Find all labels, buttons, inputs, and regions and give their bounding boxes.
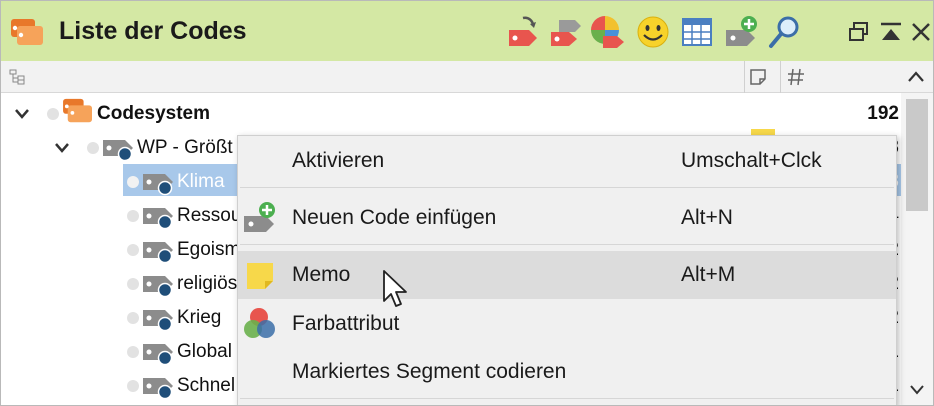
- tree-icon[interactable]: [9, 69, 25, 85]
- code-tag-icon: [143, 310, 173, 332]
- column-separator: [780, 61, 781, 93]
- code-tag-icon: [143, 174, 173, 196]
- tree-row-label: Klima: [177, 171, 225, 192]
- code-tag-icon: [143, 378, 173, 400]
- menu-item-color-attribute[interactable]: Farbattribut: [238, 300, 896, 348]
- menu-item-label: Aktivieren: [292, 149, 385, 172]
- tree-row-label: Codesystem: [97, 103, 210, 124]
- title-bar: Liste der Codes: [1, 1, 933, 61]
- chevron-down-icon[interactable]: [13, 104, 31, 122]
- tree-row-count: 192: [867, 103, 899, 124]
- activation-dot[interactable]: [87, 142, 99, 154]
- menu-item-label: Neuen Code einfügen: [292, 206, 497, 229]
- smiley-icon[interactable]: [635, 14, 671, 50]
- code-system-icon: [63, 98, 92, 123]
- column-header: [1, 61, 933, 93]
- menu-separator: [240, 244, 894, 245]
- scrollbar-thumb[interactable]: [906, 99, 928, 211]
- menu-separator: [240, 187, 894, 188]
- chevron-down-icon[interactable]: [53, 138, 71, 156]
- activation-dot[interactable]: [127, 346, 139, 358]
- add-code-icon[interactable]: [723, 14, 759, 50]
- activation-dot[interactable]: [127, 380, 139, 392]
- tree-row-codesystem[interactable]: Codesystem 192: [1, 96, 901, 130]
- window-title: Liste der Codes: [59, 17, 247, 45]
- activation-dot[interactable]: [127, 210, 139, 222]
- code-tag-icon: [143, 276, 173, 298]
- menu-item-label: Markiertes Segment codieren: [292, 360, 567, 383]
- menu-item-code-segment[interactable]: Markiertes Segment codieren: [238, 348, 896, 396]
- code-list-window: Liste der Codes Codesystem 192 WP - Größ…: [0, 0, 934, 406]
- scroll-up-icon[interactable]: [905, 67, 927, 87]
- menu-item-shortcut: Umschalt+Clck: [681, 149, 822, 172]
- menu-item-new-code[interactable]: Neuen Code einfügen Alt+N: [238, 194, 896, 242]
- code-tags-icon[interactable]: [547, 14, 583, 50]
- mouse-cursor-icon: [383, 270, 407, 307]
- scroll-down-icon[interactable]: [907, 379, 927, 399]
- activation-dot[interactable]: [47, 108, 59, 120]
- tree-row-label: Egoism: [177, 239, 241, 260]
- menu-item-activate[interactable]: Aktivieren Umschalt+Clck: [238, 137, 896, 185]
- code-tag-icon: [103, 140, 133, 162]
- code-tag-icon: [143, 208, 173, 230]
- undock-icon[interactable]: [846, 19, 872, 45]
- tree-row-label: WP - Größt: [137, 137, 233, 158]
- activation-dot[interactable]: [127, 278, 139, 290]
- memo-icon: [247, 263, 273, 289]
- tree-row-label: Global: [177, 341, 232, 362]
- menu-item-shortcut: Alt+M: [681, 263, 736, 286]
- color-attribute-icon: [244, 308, 275, 338]
- tree-row-label: religiös: [177, 273, 238, 294]
- import-code-icon[interactable]: [503, 14, 539, 50]
- search-icon[interactable]: [767, 14, 803, 50]
- menu-item-label: Memo: [292, 263, 351, 286]
- collapse-icon[interactable]: [878, 19, 904, 45]
- add-code-icon: [244, 202, 275, 232]
- context-menu: Aktivieren Umschalt+Clck Neuen Code einf…: [237, 135, 897, 405]
- column-separator: [744, 61, 745, 93]
- tree-row-label: Schnel: [177, 375, 236, 396]
- code-tag-icon: [143, 242, 173, 264]
- code-tag-icon: [143, 344, 173, 366]
- activation-dot[interactable]: [127, 244, 139, 256]
- menu-separator: [240, 398, 894, 399]
- activation-dot[interactable]: [127, 312, 139, 324]
- menu-item-shortcut: Alt+N: [681, 206, 733, 229]
- tree-row-label: Ressou: [177, 205, 242, 226]
- count-column-icon[interactable]: [786, 67, 806, 87]
- memo-column-icon[interactable]: [748, 67, 768, 87]
- menu-item-memo[interactable]: Memo Alt+M: [238, 251, 896, 299]
- activation-dot[interactable]: [127, 176, 139, 188]
- vertical-scrollbar[interactable]: [901, 93, 933, 405]
- menu-item-label: Farbattribut: [292, 312, 400, 335]
- table-icon[interactable]: [679, 14, 715, 50]
- code-system-app-icon: [11, 19, 43, 45]
- tree-row-label: Krieg: [177, 307, 222, 328]
- close-icon[interactable]: [908, 19, 934, 45]
- color-codes-icon[interactable]: [589, 14, 625, 50]
